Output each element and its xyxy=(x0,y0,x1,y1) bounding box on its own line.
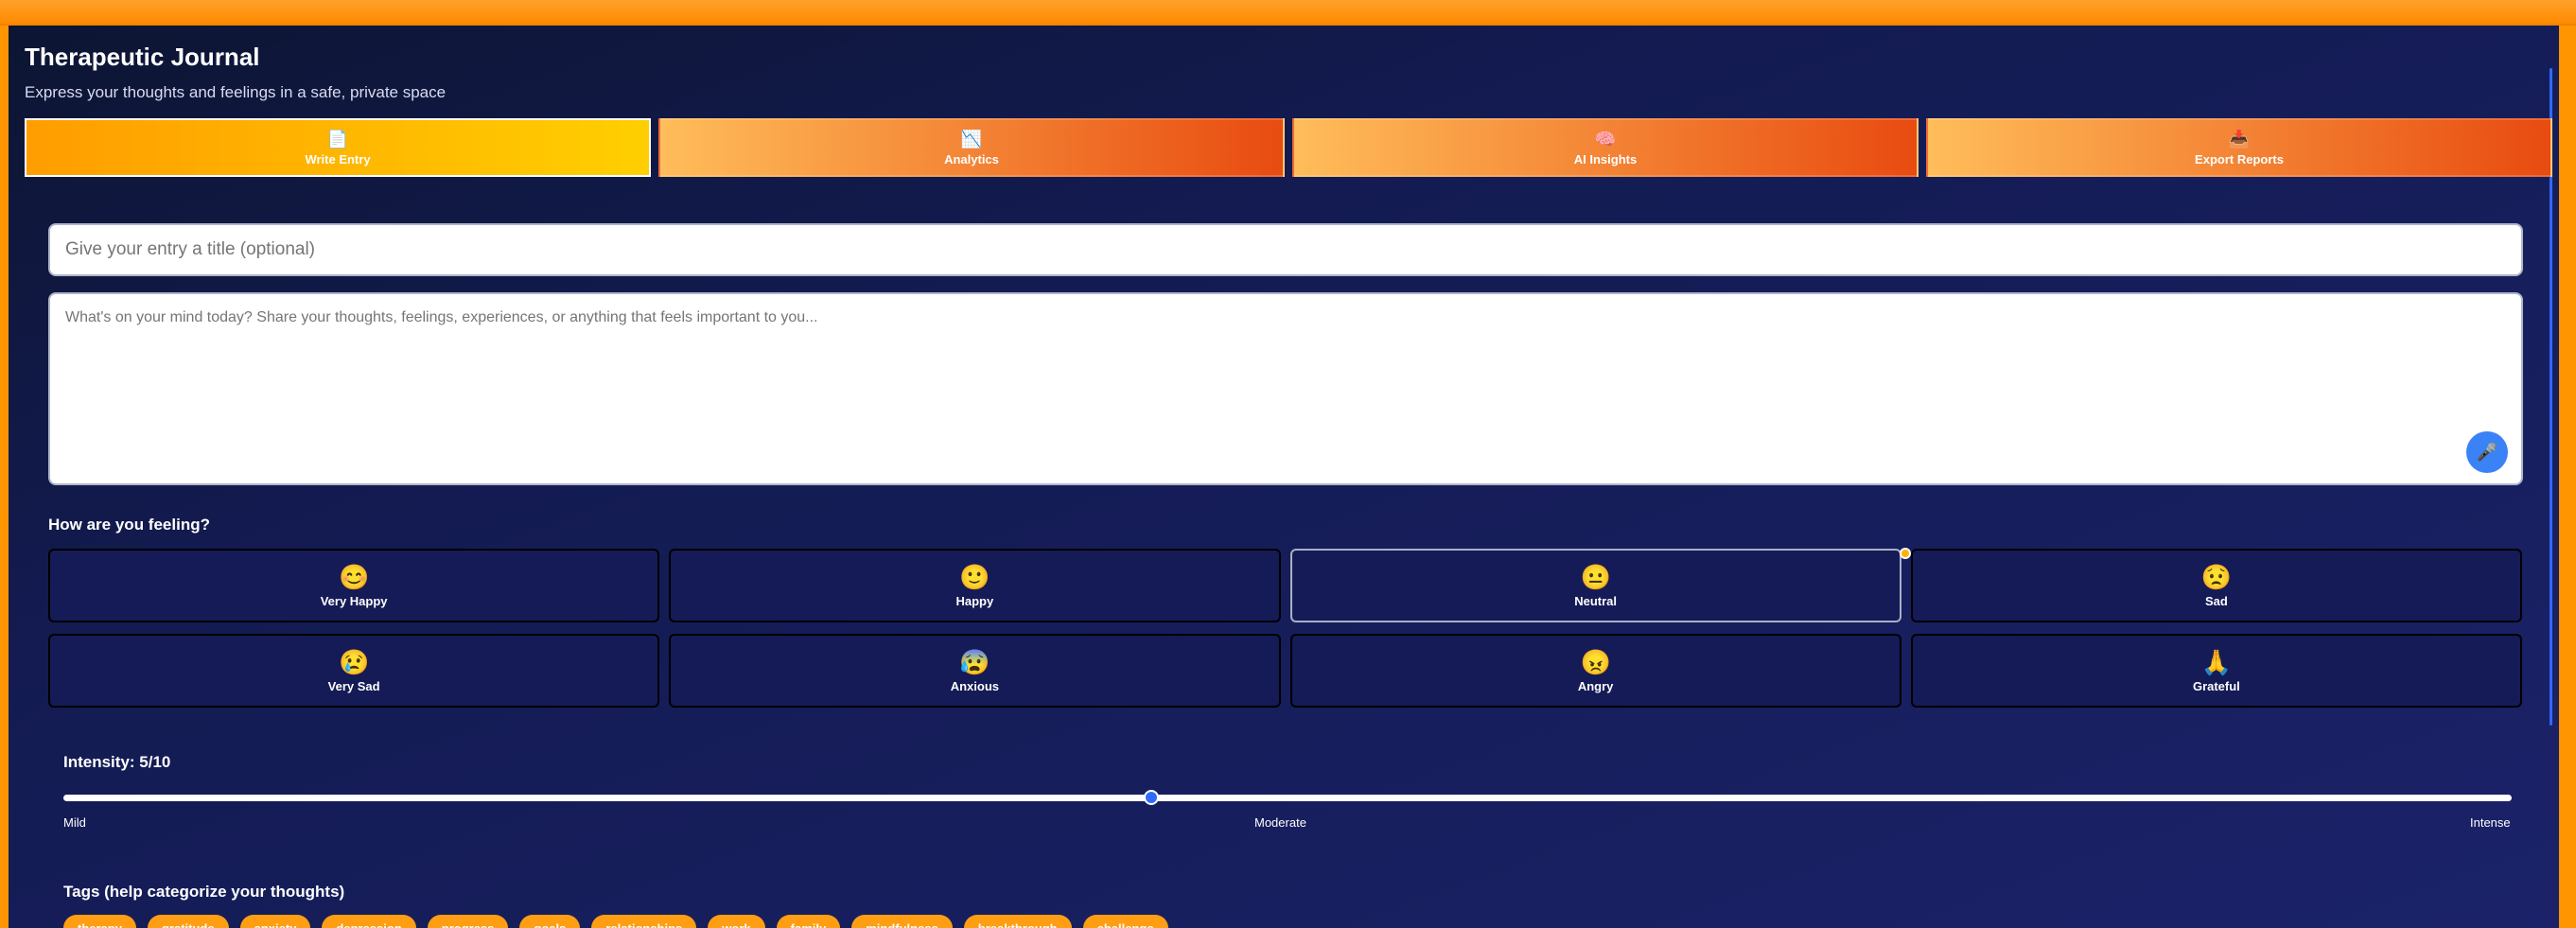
grateful-emoji-icon: 🙏 xyxy=(2200,648,2233,676)
page-subtitle: Express your thoughts and feelings in a … xyxy=(25,83,447,101)
entry-body-textarea[interactable] xyxy=(48,292,2523,485)
intensity-tick-moderate: Moderate xyxy=(1254,815,1306,830)
document-icon: 📄 xyxy=(326,129,349,149)
mood-option-very-happy[interactable]: 😊 Very Happy xyxy=(48,549,660,622)
tab-label: AI Insights xyxy=(1573,151,1638,166)
very-happy-emoji-icon: 😊 xyxy=(338,563,370,591)
intensity-slider-handle[interactable] xyxy=(1144,790,1159,805)
chart-icon: 📉 xyxy=(960,129,983,149)
brain-icon: 🧠 xyxy=(1594,129,1617,149)
mood-option-anxious[interactable]: 😰 Anxious xyxy=(669,634,1281,708)
mood-label: Happy xyxy=(955,594,994,608)
mood-label: Very Happy xyxy=(320,594,388,608)
intensity-label: Intensity: 5/10 xyxy=(63,753,171,771)
tag-mindfulness[interactable]: mindfulness xyxy=(851,915,953,928)
tag-breakthrough[interactable]: breakthrough xyxy=(963,915,1072,928)
tab-analytics[interactable]: 📉 Analytics xyxy=(658,118,1285,177)
tab-label: Export Reports xyxy=(2195,151,2284,166)
tab-bar: 📄 Write Entry 📉 Analytics 🧠 AI Insights … xyxy=(25,118,2552,177)
mood-label: Neutral xyxy=(1574,594,1618,608)
microphone-button[interactable]: 🎤 xyxy=(2466,431,2508,473)
tag-anxiety[interactable]: anxiety xyxy=(239,915,311,928)
tab-label: Write Entry xyxy=(305,151,371,166)
mood-option-happy[interactable]: 🙂 Happy xyxy=(669,549,1281,622)
mood-option-angry[interactable]: 😠 Angry xyxy=(1289,634,1901,708)
tab-write-entry[interactable]: 📄 Write Entry xyxy=(25,118,651,177)
very-sad-emoji-icon: 😢 xyxy=(338,648,370,676)
intensity-tick-intense: Intense xyxy=(2470,815,2511,830)
tab-label: Analytics xyxy=(944,151,999,166)
microphone-icon: 🎤 xyxy=(2476,442,2498,462)
selected-mood-indicator xyxy=(1900,548,1911,559)
tag-therapy[interactable]: therapy xyxy=(63,915,136,928)
tag-depression[interactable]: depression xyxy=(322,915,416,928)
download-icon: 📥 xyxy=(2228,129,2251,149)
mood-option-very-sad[interactable]: 😢 Very Sad xyxy=(48,634,660,708)
mood-option-sad[interactable]: 😟 Sad xyxy=(1910,549,2522,622)
top-window-strip xyxy=(0,0,2576,26)
journal-app: Therapeutic Journal Express your thought… xyxy=(9,26,2559,928)
anxious-emoji-icon: 😰 xyxy=(959,648,990,676)
mood-label: Anxious xyxy=(950,679,1000,693)
tag-work[interactable]: work xyxy=(708,915,765,928)
mood-section-label: How are you feeling? xyxy=(48,516,210,534)
tab-export-reports[interactable]: 📥 Export Reports xyxy=(1926,118,2552,177)
tag-progress[interactable]: progress xyxy=(427,915,509,928)
tag-relationships[interactable]: relationships xyxy=(591,915,697,928)
entry-title-input[interactable] xyxy=(48,223,2523,276)
tags-section-label: Tags (help categorize your thoughts) xyxy=(63,883,345,901)
tag-challenge[interactable]: challenge xyxy=(1082,915,1168,928)
sad-emoji-icon: 😟 xyxy=(2200,563,2233,591)
tag-family[interactable]: family xyxy=(776,915,841,928)
angry-emoji-icon: 😠 xyxy=(1580,648,1611,676)
intensity-slider-track[interactable] xyxy=(63,795,2512,801)
tag-gratitude[interactable]: gratitude xyxy=(147,915,229,928)
tag-goals[interactable]: goals xyxy=(519,915,581,928)
mood-label: Very Sad xyxy=(327,679,380,693)
mood-label: Sad xyxy=(2204,594,2228,608)
mood-grid: 😊 Very Happy 🙂 Happy 😐 Neutral 😟 Sad 😢 Very S… xyxy=(48,549,2522,708)
intensity-tick-mild: Mild xyxy=(63,815,86,830)
happy-emoji-icon: 🙂 xyxy=(959,563,990,591)
mood-option-grateful[interactable]: 🙏 Grateful xyxy=(1910,634,2522,708)
page-title: Therapeutic Journal xyxy=(25,43,260,71)
neutral-emoji-icon: 😐 xyxy=(1580,563,1611,591)
tab-ai-insights[interactable]: 🧠 AI Insights xyxy=(1292,118,1919,177)
mood-option-neutral[interactable]: 😐 Neutral xyxy=(1289,549,1901,622)
mood-label: Grateful xyxy=(2192,679,2240,693)
mood-label: Angry xyxy=(1577,679,1614,693)
tag-list: therapy gratitude anxiety depression pro… xyxy=(63,915,1168,928)
